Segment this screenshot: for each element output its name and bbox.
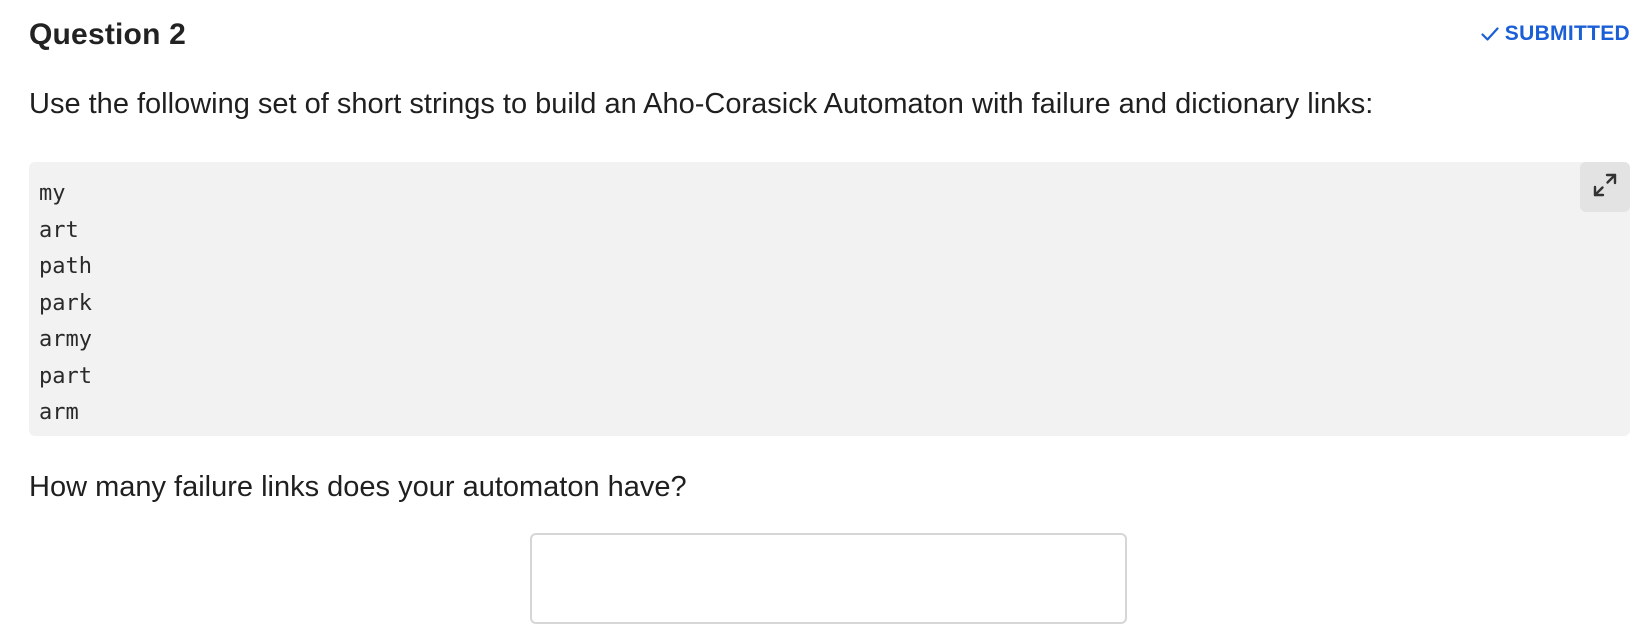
question-prompt: Use the following set of short strings t… bbox=[29, 88, 1374, 120]
answer-input[interactable] bbox=[530, 533, 1127, 624]
expand-button[interactable] bbox=[1580, 162, 1630, 212]
code-lines: my art path park army part arm bbox=[39, 176, 92, 432]
code-line: arm bbox=[39, 400, 79, 425]
check-icon bbox=[1481, 26, 1499, 42]
submitted-status: SUBMITTED bbox=[1481, 22, 1630, 46]
question-title: Question 2 bbox=[29, 18, 187, 51]
code-line: art bbox=[39, 217, 79, 243]
code-line: park bbox=[39, 290, 92, 316]
question-text: How many failure links does your automat… bbox=[29, 471, 687, 503]
code-line: my bbox=[39, 181, 66, 206]
code-line: part bbox=[39, 363, 92, 389]
code-block: my art path park army part arm bbox=[29, 162, 1630, 436]
expand-icon bbox=[1592, 172, 1618, 203]
question-card: Question 2 SUBMITTED Use the following s… bbox=[0, 0, 1634, 644]
code-line: army bbox=[39, 327, 92, 352]
code-line: path bbox=[39, 254, 92, 279]
status-label: SUBMITTED bbox=[1504, 22, 1630, 45]
